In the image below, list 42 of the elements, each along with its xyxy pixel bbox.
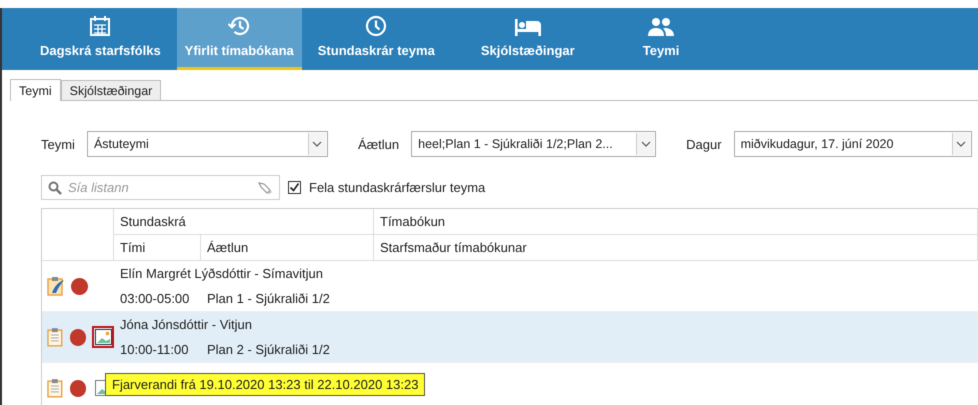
- clipboard-icon: [47, 378, 64, 398]
- search-icon: [48, 180, 62, 194]
- nav-tab[interactable]: Skjólstæðingar: [450, 8, 605, 70]
- plan-cell-text: Plan 1 - Sjúkraliði 1/2: [206, 290, 331, 308]
- nav-tab[interactable]: Stundaskrár teyma: [310, 8, 443, 70]
- bed-icon: [514, 17, 542, 37]
- picture-icon[interactable]: [92, 326, 114, 348]
- time-cell-text: 10:00-11:00: [119, 341, 190, 359]
- clock-icon: [365, 15, 388, 37]
- tab[interactable]: Skjólstæðingar: [60, 80, 162, 100]
- column-header: Tímabókun: [374, 209, 978, 235]
- clipboard-icon: [47, 327, 64, 347]
- column-header: Tími: [114, 235, 201, 261]
- clipboard-pen-icon: [47, 276, 65, 296]
- nav-tab[interactable]: Dagskrá starfsfólks: [32, 8, 169, 70]
- field-label: Dagur: [686, 136, 722, 152]
- checkbox-label[interactable]: Fela stundaskrárfærslur teyma: [309, 180, 486, 195]
- field-label: Áætlun: [358, 136, 400, 152]
- dropdown[interactable]: Ástuteymi: [86, 131, 328, 157]
- plan-cell-text: Plan 2 - Sjúkraliði 1/2: [206, 341, 331, 359]
- header-corner: [42, 209, 114, 261]
- column-header: Stundaskrá: [114, 209, 374, 235]
- chevron-down-icon[interactable]: [952, 133, 970, 155]
- eraser-icon[interactable]: [257, 180, 273, 194]
- calendar-icon: [89, 15, 112, 37]
- booking-title: Elín Margrét Lýðsdóttir - Símavitjun: [119, 265, 324, 283]
- tab[interactable]: Teymi: [10, 79, 61, 101]
- history-icon: [227, 15, 252, 37]
- checkbox[interactable]: [288, 181, 301, 194]
- chevron-down-icon[interactable]: [308, 133, 326, 155]
- dropdown[interactable]: heel;Plan 1 - Sjúkraliði 1/2;Plan 2...: [411, 131, 656, 157]
- chevron-down-icon[interactable]: [636, 133, 654, 155]
- people-icon: [647, 17, 676, 37]
- table-row[interactable]: Jóna Jónsdóttir - Vitjun 10:00-11:00 Plan 2 - Sjúkraliði 1/2: [42, 312, 978, 363]
- field-label: Teymi: [41, 136, 75, 152]
- nav-tab[interactable]: Teymi: [612, 8, 710, 70]
- booking-title: Jóna Jónsdóttir - Vitjun: [119, 316, 253, 334]
- column-header: Starfsmaður tímabókunar: [374, 235, 978, 261]
- column-header: Áætlun: [201, 235, 374, 261]
- tooltip: Fjarverandi frá 19.10.2020 13:23 til 22.10.2020 13:23: [105, 373, 426, 396]
- time-cell-text: 03:00-05:00: [119, 290, 190, 308]
- dropdown[interactable]: miðvikudagur, 17. júní 2020: [734, 131, 972, 157]
